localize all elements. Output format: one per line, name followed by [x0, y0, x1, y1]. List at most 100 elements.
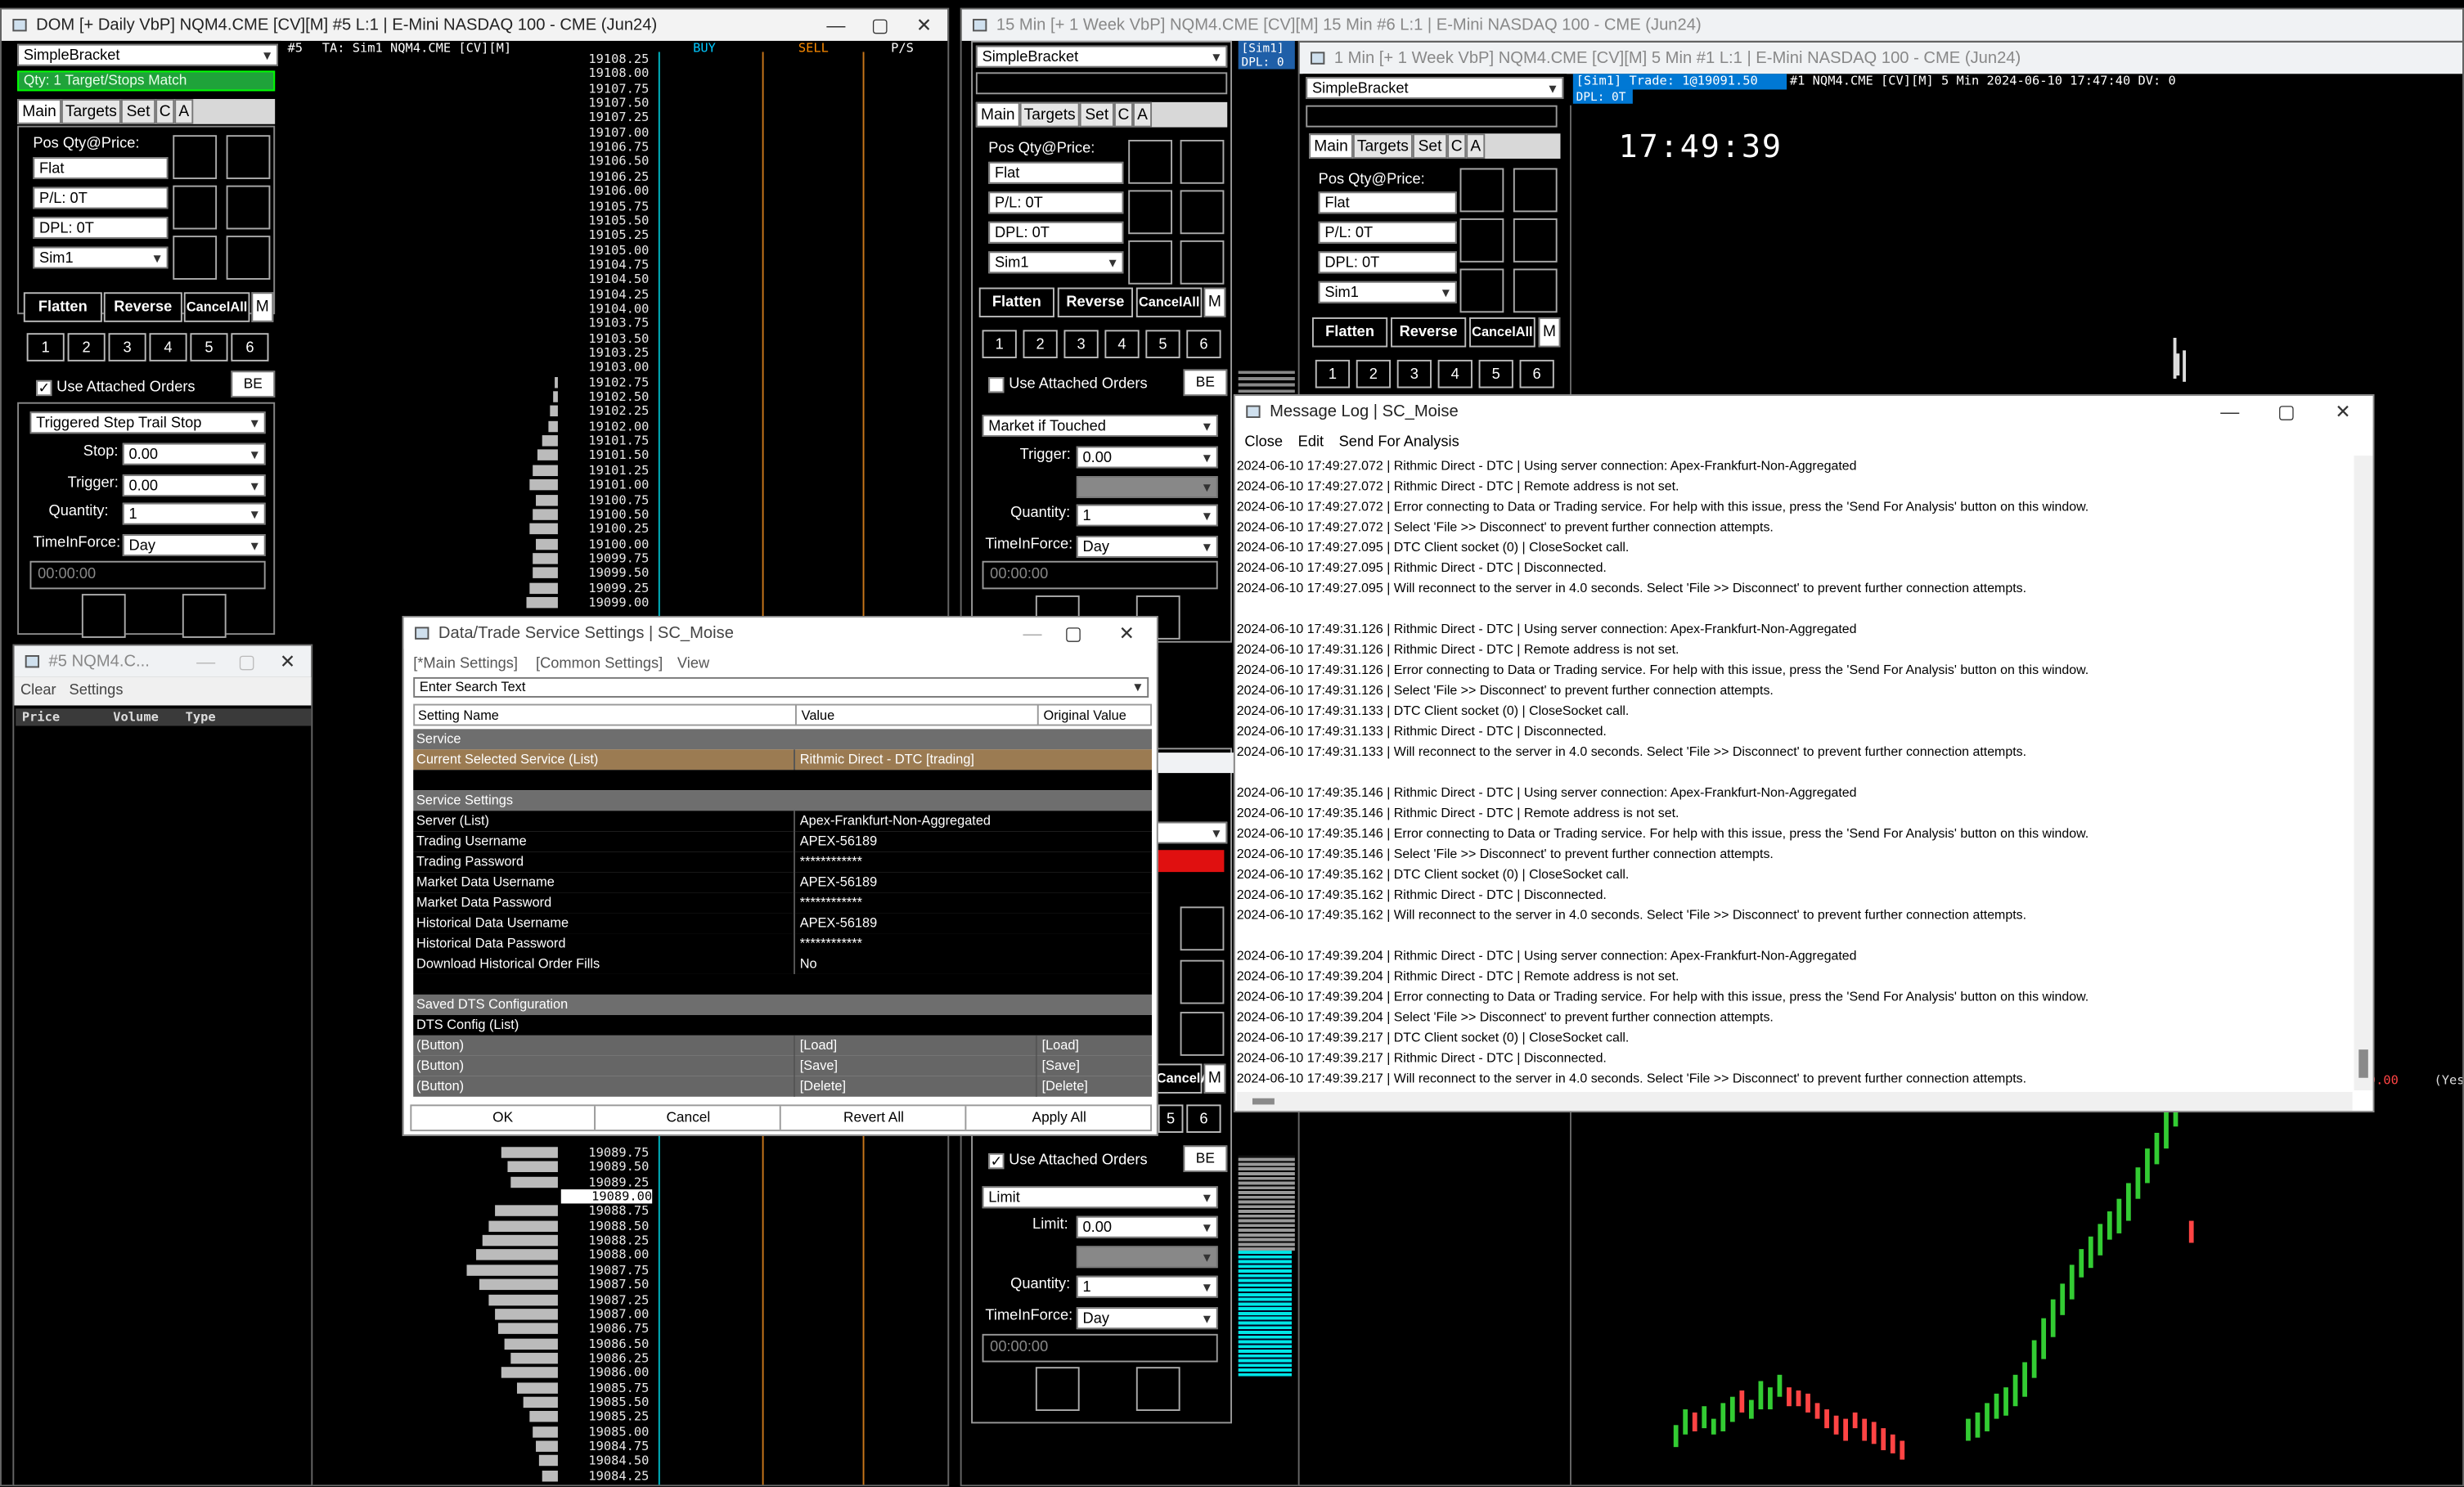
bracket-select[interactable]: SimpleBracket: [975, 45, 1228, 68]
order-box[interactable]: [182, 594, 227, 638]
ladder-price[interactable]: 19099.75: [570, 551, 649, 566]
ladder-price[interactable]: 19103.50: [570, 331, 649, 346]
ladder-price[interactable]: 19102.75: [570, 375, 649, 389]
tab-main-settings[interactable]: [*Main Settings]: [413, 655, 518, 672]
order-box[interactable]: [1180, 190, 1225, 235]
qty-button-5[interactable]: 5: [1145, 330, 1180, 358]
tab-a[interactable]: A: [1132, 101, 1153, 128]
cancelall-button[interactable]: CancelAll: [183, 292, 250, 322]
qty-button-6[interactable]: 6: [1186, 1104, 1221, 1133]
search-input[interactable]: Enter Search Text: [413, 676, 1149, 698]
ladder-price[interactable]: 19086.50: [570, 1337, 649, 1351]
ladder-price[interactable]: 19105.50: [570, 213, 649, 228]
flatten-button[interactable]: Flatten: [978, 287, 1054, 318]
order-box[interactable]: [1035, 1367, 1080, 1411]
setting-row[interactable]: Market Data Username APEX-56189: [413, 872, 1153, 893]
ladder-price[interactable]: 19106.25: [570, 169, 649, 184]
ladder-price[interactable]: 19104.25: [570, 287, 649, 302]
order-box[interactable]: [81, 594, 126, 638]
order-box[interactable]: [1128, 190, 1173, 235]
ladder-price[interactable]: 19088.00: [570, 1248, 649, 1263]
setting-row[interactable]: (Button) [Delete] [Delete]: [413, 1076, 1153, 1097]
ladder-price[interactable]: 19102.00: [570, 419, 649, 434]
qty-button-4[interactable]: 4: [149, 333, 187, 362]
ladder-price[interactable]: 19086.75: [570, 1322, 649, 1337]
ladder-price[interactable]: 19102.50: [570, 389, 649, 404]
qty-button-5[interactable]: 5: [190, 333, 228, 362]
order-type-select[interactable]: Market if Touched: [982, 415, 1218, 438]
order-box[interactable]: [1180, 906, 1225, 951]
setting-row[interactable]: Historical Data Username APEX-56189: [413, 913, 1153, 934]
dts-titlebar[interactable]: Data/Trade Service Settings | SC_Moise —…: [403, 617, 1157, 649]
minimize-icon[interactable]: —: [2210, 396, 2250, 427]
setting-value[interactable]: APEX-56189: [794, 831, 1032, 852]
qty-button-5[interactable]: 5: [1158, 1104, 1184, 1133]
ladder-price[interactable]: 19100.25: [570, 522, 649, 537]
qty-button-1[interactable]: 1: [982, 330, 1017, 358]
ladder-price[interactable]: 19103.00: [570, 361, 649, 375]
maximize-icon[interactable]: ▢: [227, 645, 268, 676]
ladder-price[interactable]: 19107.50: [570, 96, 649, 110]
ladder-price[interactable]: 19089.00: [560, 1189, 653, 1205]
close-icon[interactable]: ✕: [2322, 396, 2363, 427]
ladder-price[interactable]: 19085.75: [570, 1381, 649, 1395]
setting-value[interactable]: APEX-56189: [794, 913, 1032, 934]
ladder-price[interactable]: 19085.00: [570, 1425, 649, 1440]
ladder-price[interactable]: 19087.25: [570, 1292, 649, 1307]
order-box[interactable]: [1180, 1012, 1225, 1056]
ladder-price[interactable]: 19089.50: [570, 1160, 649, 1175]
ladder-price[interactable]: 19086.00: [570, 1366, 649, 1381]
ladder-price[interactable]: 19106.75: [570, 140, 649, 155]
order-box[interactable]: [226, 236, 271, 280]
setting-row[interactable]: (Button) [Save] [Save]: [413, 1055, 1153, 1076]
menu-edit[interactable]: Edit: [1298, 430, 1324, 456]
setting-row[interactable]: Market Data Password ************: [413, 892, 1153, 914]
reverse-button[interactable]: Reverse: [103, 292, 182, 322]
setting-value[interactable]: Rithmic Direct - DTC [trading]: [794, 749, 1032, 770]
apply-all-button[interactable]: Apply All: [968, 1106, 1150, 1130]
maximize-icon[interactable]: ▢: [1053, 618, 1094, 649]
menu-clear[interactable]: Clear: [20, 677, 56, 706]
minimize-icon[interactable]: —: [1012, 618, 1053, 649]
ladder-price[interactable]: 19087.50: [570, 1278, 649, 1292]
use-attached-checkbox[interactable]: ✓: [988, 1152, 1005, 1170]
time-field[interactable]: 00:00:00: [982, 1333, 1218, 1363]
ladder-price[interactable]: 19085.25: [570, 1410, 649, 1425]
qty-button-6[interactable]: 6: [1186, 330, 1221, 358]
ladder-price[interactable]: 19107.25: [570, 110, 649, 125]
order-box[interactable]: [1180, 959, 1225, 1004]
ladder-price[interactable]: 19087.00: [570, 1307, 649, 1322]
setting-row[interactable]: Trading Password ************: [413, 851, 1153, 873]
vertical-scrollbar[interactable]: [2354, 456, 2373, 1091]
ladder-price[interactable]: 19088.50: [570, 1219, 649, 1233]
time-field[interactable]: 00:00:00: [29, 560, 266, 590]
qty-button-1[interactable]: 1: [26, 333, 65, 362]
ladder-price[interactable]: 19100.00: [570, 537, 649, 551]
be-button[interactable]: BE: [1183, 1145, 1228, 1173]
ladder-price[interactable]: 19099.50: [570, 566, 649, 581]
order-type-select[interactable]: Limit: [982, 1186, 1218, 1209]
qty-button-2[interactable]: 2: [1023, 330, 1058, 358]
order-box[interactable]: [1180, 240, 1225, 285]
ladder-price[interactable]: 19104.50: [570, 272, 649, 287]
close-icon[interactable]: ✕: [268, 645, 308, 676]
setting-value[interactable]: ************: [794, 892, 1032, 914]
qty-button-6[interactable]: 6: [231, 333, 269, 362]
limit-input[interactable]: 0.00: [1076, 1215, 1218, 1238]
ladder-price[interactable]: 19108.25: [570, 52, 649, 66]
trigger-input[interactable]: 0.00: [122, 474, 266, 497]
ladder-price[interactable]: 19104.00: [570, 302, 649, 317]
ladder-price[interactable]: 19100.50: [570, 507, 649, 522]
dom-titlebar[interactable]: DOM [+ Daily VbP] NQM4.CME [CV][M] #5 L:…: [1, 9, 948, 41]
order-box[interactable]: [226, 135, 271, 179]
tab-set[interactable]: Set: [120, 99, 156, 124]
quantity-input[interactable]: 1: [1076, 1275, 1218, 1298]
ladder-price[interactable]: 19088.25: [570, 1233, 649, 1248]
close-icon[interactable]: ✕: [1106, 618, 1147, 649]
m-button[interactable]: M: [251, 292, 274, 322]
maximize-icon[interactable]: ▢: [2266, 396, 2307, 427]
quantity-input[interactable]: 1: [122, 502, 266, 525]
be-button[interactable]: BE: [231, 371, 276, 398]
order-box[interactable]: [1128, 139, 1173, 184]
minimize-icon[interactable]: —: [186, 645, 227, 676]
